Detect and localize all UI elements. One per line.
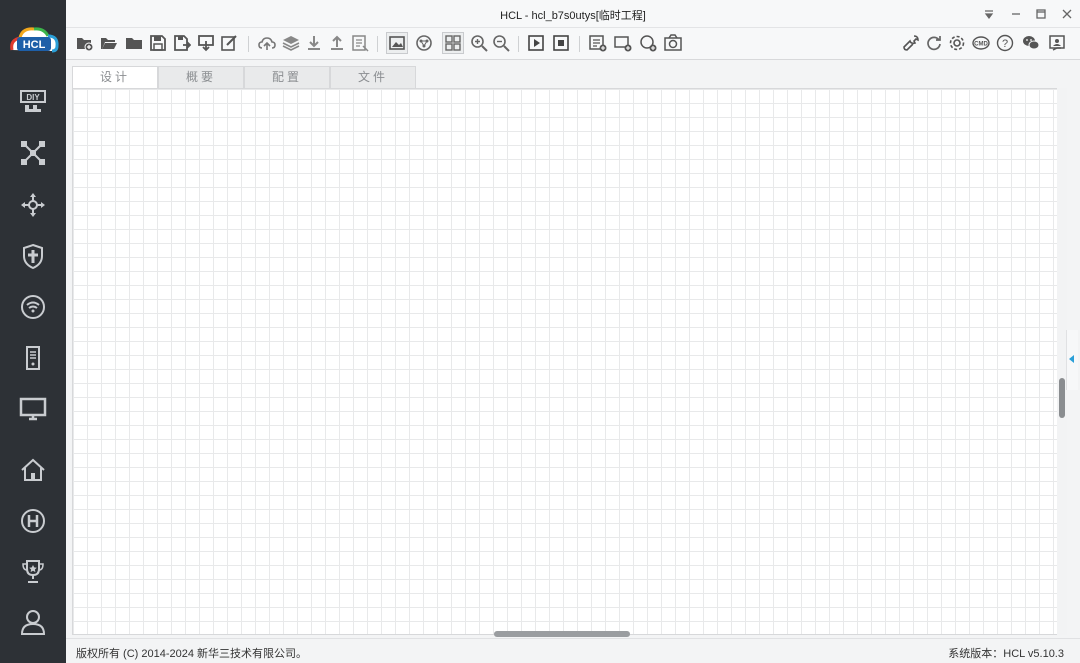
hcl-logo: HCL <box>8 24 60 56</box>
close-icon[interactable] <box>1056 4 1078 24</box>
left-sidebar: HCL DIY <box>0 0 66 663</box>
new-project-icon[interactable] <box>74 32 96 54</box>
toolbar-separator <box>518 36 519 52</box>
refresh-icon[interactable] <box>923 32 945 54</box>
grid-toggle-icon[interactable] <box>442 32 464 54</box>
wifi-icon[interactable] <box>17 291 49 323</box>
screenshot-icon[interactable] <box>386 32 408 54</box>
toolbar: CMD ? <box>66 28 1080 60</box>
report-icon[interactable] <box>349 32 371 54</box>
save-as-icon[interactable] <box>171 32 193 54</box>
maximize-icon[interactable] <box>1030 4 1052 24</box>
wrench-icon[interactable] <box>900 32 922 54</box>
move-arrows-icon[interactable] <box>17 189 49 221</box>
topology-canvas[interactable] <box>72 88 1063 635</box>
toolbar-separator <box>579 36 580 52</box>
tab-config[interactable]: 配置 <box>244 66 330 89</box>
settings-gear-icon[interactable] <box>946 32 968 54</box>
user-icon[interactable] <box>17 606 49 638</box>
title-bar: HCL - hcl_b7s0utys[临时工程] <box>66 0 1080 28</box>
command-list-icon[interactable] <box>587 32 609 54</box>
shield-icon[interactable] <box>17 240 49 272</box>
export-icon[interactable] <box>195 32 217 54</box>
zoom-in-icon[interactable] <box>468 32 490 54</box>
toolbar-separator <box>248 36 249 52</box>
tab-design[interactable]: 设计 <box>72 66 158 89</box>
arrow-left-icon <box>1069 355 1074 363</box>
add-cloud-icon[interactable] <box>637 32 659 54</box>
logo-text: HCL <box>23 39 46 51</box>
stop-icon[interactable] <box>550 32 572 54</box>
layers-icon[interactable] <box>280 32 302 54</box>
main-window: HCL - hcl_b7s0utys[临时工程] CMD ? 设计 概要 配置 … <box>66 0 1080 663</box>
dropdown-menu-icon[interactable] <box>978 4 1000 24</box>
add-device-icon[interactable] <box>612 32 634 54</box>
save-icon[interactable] <box>147 32 169 54</box>
edit-icon[interactable] <box>218 32 240 54</box>
help-icon[interactable]: ? <box>994 32 1016 54</box>
window-title: HCL - hcl_b7s0utys[临时工程] <box>500 10 646 22</box>
horizontal-scroll-thumb[interactable] <box>494 631 630 637</box>
monitor-icon[interactable] <box>17 393 49 425</box>
home-icon[interactable] <box>17 454 49 486</box>
copyright-text: 版权所有 (C) 2014-2024 新华三技术有限公司。 <box>76 648 308 660</box>
topology-icon[interactable] <box>413 32 435 54</box>
folder-icon[interactable] <box>123 32 145 54</box>
version-text: 系统版本：HCL v5.10.3 <box>948 648 1064 660</box>
wechat-icon[interactable] <box>1020 32 1042 54</box>
cloud-upload-icon[interactable] <box>256 32 278 54</box>
upload-icon[interactable] <box>326 32 348 54</box>
trophy-icon[interactable] <box>17 555 49 587</box>
toolbar-separator <box>377 36 378 52</box>
svg-text:?: ? <box>1002 38 1008 50</box>
minimize-icon[interactable] <box>1005 4 1027 24</box>
camera-icon[interactable] <box>662 32 684 54</box>
h-logo-icon[interactable] <box>17 505 49 537</box>
diy-icon[interactable]: DIY <box>17 86 49 118</box>
start-icon[interactable] <box>525 32 547 54</box>
vertical-scroll-thumb[interactable] <box>1059 378 1065 418</box>
svg-text:DIY: DIY <box>26 93 40 102</box>
download-icon[interactable] <box>303 32 325 54</box>
zoom-out-icon[interactable] <box>490 32 512 54</box>
tab-overview[interactable]: 概要 <box>158 66 244 89</box>
status-bar: 版权所有 (C) 2014-2024 新华三技术有限公司。 系统版本：HCL v… <box>66 638 1080 663</box>
network-topology-icon[interactable] <box>17 137 49 169</box>
server-icon[interactable] <box>17 342 49 374</box>
cmd-icon[interactable]: CMD <box>970 32 992 54</box>
svg-text:CMD: CMD <box>974 42 988 48</box>
open-project-icon[interactable] <box>98 32 120 54</box>
feedback-icon[interactable] <box>1046 32 1068 54</box>
collapse-panel-handle[interactable] <box>1066 330 1078 390</box>
tab-files[interactable]: 文件 <box>330 66 416 89</box>
